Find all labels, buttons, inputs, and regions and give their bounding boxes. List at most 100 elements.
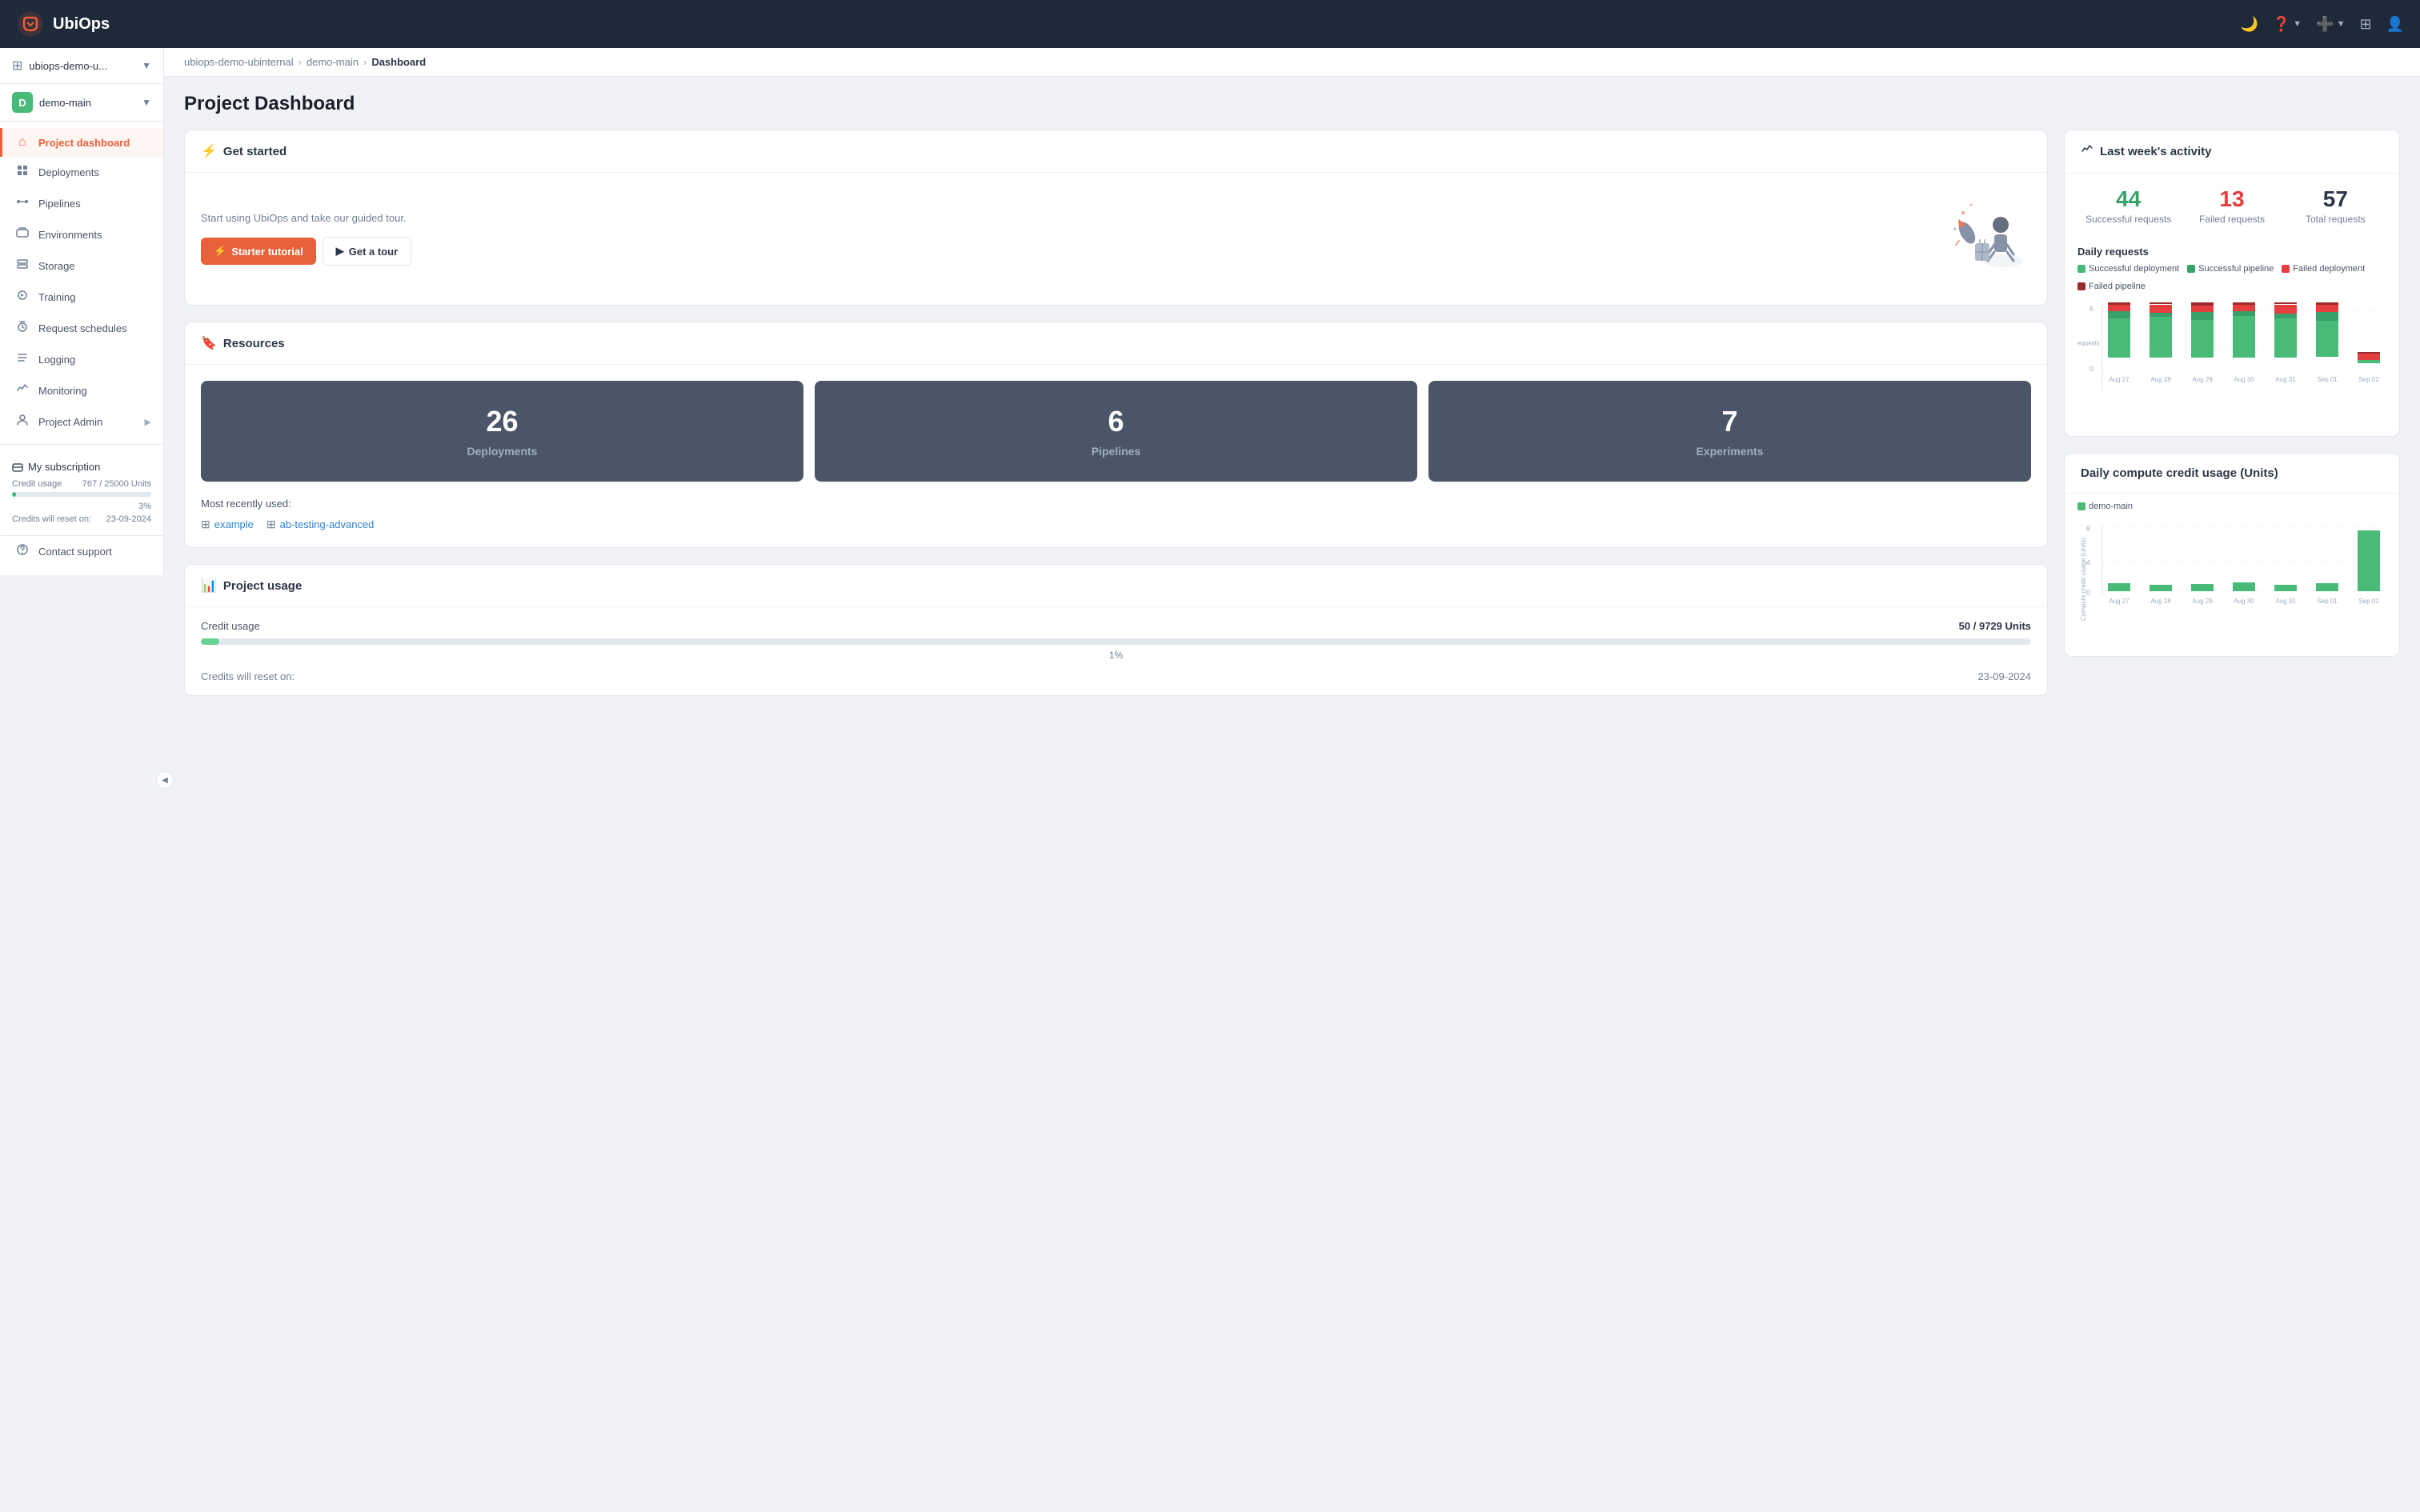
svg-text:Aug 31: Aug 31 [2275, 598, 2296, 605]
resource-pipelines[interactable]: 6 Pipelines [815, 381, 1417, 482]
plus-icon[interactable]: ➕ ▼ [2316, 16, 2345, 33]
resources-header: 🔖 Resources [185, 322, 2047, 365]
recent-section: Most recently used: ⊞ example ⊞ ab-testi… [185, 498, 2047, 547]
org-selector[interactable]: ⊞ ubiops-demo-u... ▼ [0, 48, 163, 84]
right-column: Last week's activity 44 Successful reque… [2064, 130, 2400, 696]
recent-label: Most recently used: [201, 498, 2031, 510]
usage-bar-background [201, 638, 2031, 645]
page-content: Project Dashboard ⚡ Get started Start us… [164, 77, 2420, 1512]
contact-support-link[interactable]: Contact support [0, 535, 163, 567]
deployments-label: Deployments [467, 445, 538, 458]
svg-text:Compute credit usage (Units): Compute credit usage (Units) [2080, 538, 2087, 621]
bar-aug31-fail-pip [2274, 302, 2297, 304]
legend-dot-fail-dep [2282, 265, 2290, 273]
resource-experiments[interactable]: 7 Experiments [1428, 381, 2031, 482]
usage-bar-fill [201, 638, 219, 645]
legend-demo-main: demo-main [2077, 502, 2133, 511]
bar-aug31-fail-dep [2274, 305, 2297, 314]
org-grid-icon: ⊞ [12, 58, 22, 74]
subscription-title: My subscription [12, 461, 151, 473]
compute-legend: demo-main [2077, 502, 2386, 511]
recent-link-example[interactable]: ⊞ example [201, 518, 254, 531]
activity-icon [2081, 143, 2093, 160]
sidebar-item-training[interactable]: Training [0, 282, 163, 313]
svg-text:8: 8 [2086, 525, 2090, 533]
sidebar-item-monitoring[interactable]: Monitoring [0, 375, 163, 406]
sidebar-item-project-dashboard[interactable]: ⌂ Project dashboard [0, 128, 163, 157]
nav-label-monitoring: Monitoring [38, 385, 151, 397]
bar-aug27-fail-pip [2108, 302, 2130, 305]
sidebar-item-storage[interactable]: Storage [0, 250, 163, 282]
logo-text: UbiOps [53, 15, 110, 34]
left-column: ⚡ Get started Start using UbiOps and tak… [184, 130, 2048, 696]
deployments-icon [14, 164, 30, 181]
sidebar-collapse-button[interactable]: ◀ [156, 771, 174, 789]
org-chevron-icon: ▼ [142, 60, 151, 71]
stat-total: 57 Total requests [2288, 186, 2383, 225]
btn-lightning-icon: ⚡ [214, 245, 226, 258]
compute-bar-chart-svg: 8 4 0 [2077, 519, 2386, 639]
get-started-body: Start using UbiOps and take our guided t… [185, 173, 2047, 305]
get-a-tour-button[interactable]: ▶ Get a tour [323, 237, 411, 266]
successful-label: Successful requests [2085, 214, 2171, 225]
logging-icon [14, 351, 30, 368]
successful-count: 44 [2116, 186, 2141, 212]
content-area: ubiops-demo-ubinternal › demo-main › Das… [164, 48, 2420, 1512]
schedules-icon [14, 320, 30, 337]
get-started-description: Start using UbiOps and take our guided t… [201, 212, 411, 224]
topbar: UbiOps 🌙 ❓ ▼ ➕ ▼ ⊞ 👤 [0, 0, 2420, 48]
breadcrumb-current: Dashboard [371, 56, 426, 68]
bar-aug27-succ-pip [2108, 310, 2130, 318]
svg-text:Aug 28: Aug 28 [2150, 376, 2171, 383]
layout-icon[interactable]: ⊞ [2359, 16, 2371, 33]
admin-chevron-icon: ▶ [145, 417, 151, 427]
bookmark-icon: 🔖 [201, 335, 217, 351]
compute-header: Daily compute credit usage (Units) [2065, 454, 2399, 494]
subscription-icon [12, 462, 23, 473]
help-icon[interactable]: ❓ ▼ [2273, 16, 2302, 33]
theme-toggle-icon[interactable]: 🌙 [2240, 16, 2258, 33]
project-selector[interactable]: D demo-main ▼ [0, 84, 163, 122]
daily-requests-chart: Daily requests Successful deployment Suc… [2065, 238, 2399, 436]
resource-deployments[interactable]: 26 Deployments [201, 381, 803, 482]
sidebar-item-request-schedules[interactable]: Request schedules [0, 313, 163, 344]
nav-label-dashboard: Project dashboard [38, 137, 151, 149]
breadcrumb: ubiops-demo-ubinternal › demo-main › Das… [164, 48, 2420, 77]
recent-link-ab-testing[interactable]: ⊞ ab-testing-advanced [266, 518, 375, 531]
svg-text:Aug 27: Aug 27 [2109, 376, 2130, 383]
sidebar-item-deployments[interactable]: Deployments [0, 157, 163, 188]
nav-label-logging: Logging [38, 354, 151, 366]
org-name: ubiops-demo-u... [29, 60, 135, 72]
legend-fail-dep: Failed deployment [2282, 264, 2365, 274]
breadcrumb-sep-2: › [363, 56, 367, 68]
requests-bar-chart-svg: 6 0 [2077, 299, 2386, 419]
credit-usage-row: Credit usage 767 / 25000 Units [12, 479, 151, 489]
user-icon[interactable]: 👤 [2386, 16, 2404, 33]
breadcrumb-org[interactable]: ubiops-demo-ubinternal [184, 56, 294, 68]
sidebar-item-project-admin[interactable]: Project Admin ▶ [0, 406, 163, 438]
usage-credit-row: Credit usage 50 / 9729 Units [201, 620, 2031, 632]
total-count: 57 [2323, 186, 2348, 212]
compute-chart-container: demo-main 8 4 0 [2065, 494, 2399, 656]
bar-aug28-succ-dep [2150, 316, 2172, 358]
nav-label-project-admin: Project Admin [38, 416, 137, 428]
hero-illustration [1927, 189, 2031, 289]
sidebar-item-environments[interactable]: Environments [0, 219, 163, 250]
compute-bar-aug27 [2108, 583, 2130, 591]
starter-tutorial-button[interactable]: ⚡ Starter tutorial [201, 238, 316, 265]
bar-aug31-succ-dep [2274, 317, 2297, 358]
nav-label-training: Training [38, 291, 151, 303]
ubiops-logo-icon [16, 10, 45, 38]
compute-bar-aug30 [2233, 582, 2255, 591]
credit-value: 50 / 9729 Units [1959, 620, 2031, 632]
experiments-label: Experiments [1696, 445, 1763, 458]
usage-reset-row: Credits will reset on: 23-09-2024 [201, 670, 2031, 682]
sidebar-item-logging[interactable]: Logging [0, 344, 163, 375]
contact-support-label: Contact support [38, 546, 151, 558]
breadcrumb-project[interactable]: demo-main [307, 56, 359, 68]
sidebar-item-pipelines[interactable]: Pipelines [0, 188, 163, 219]
compute-bar-sep02 [2358, 530, 2380, 591]
bar-sep01-fail-dep [2316, 305, 2338, 312]
bar-aug30-fail-pip [2233, 302, 2255, 305]
svg-text:Sep 02: Sep 02 [2358, 598, 2379, 605]
